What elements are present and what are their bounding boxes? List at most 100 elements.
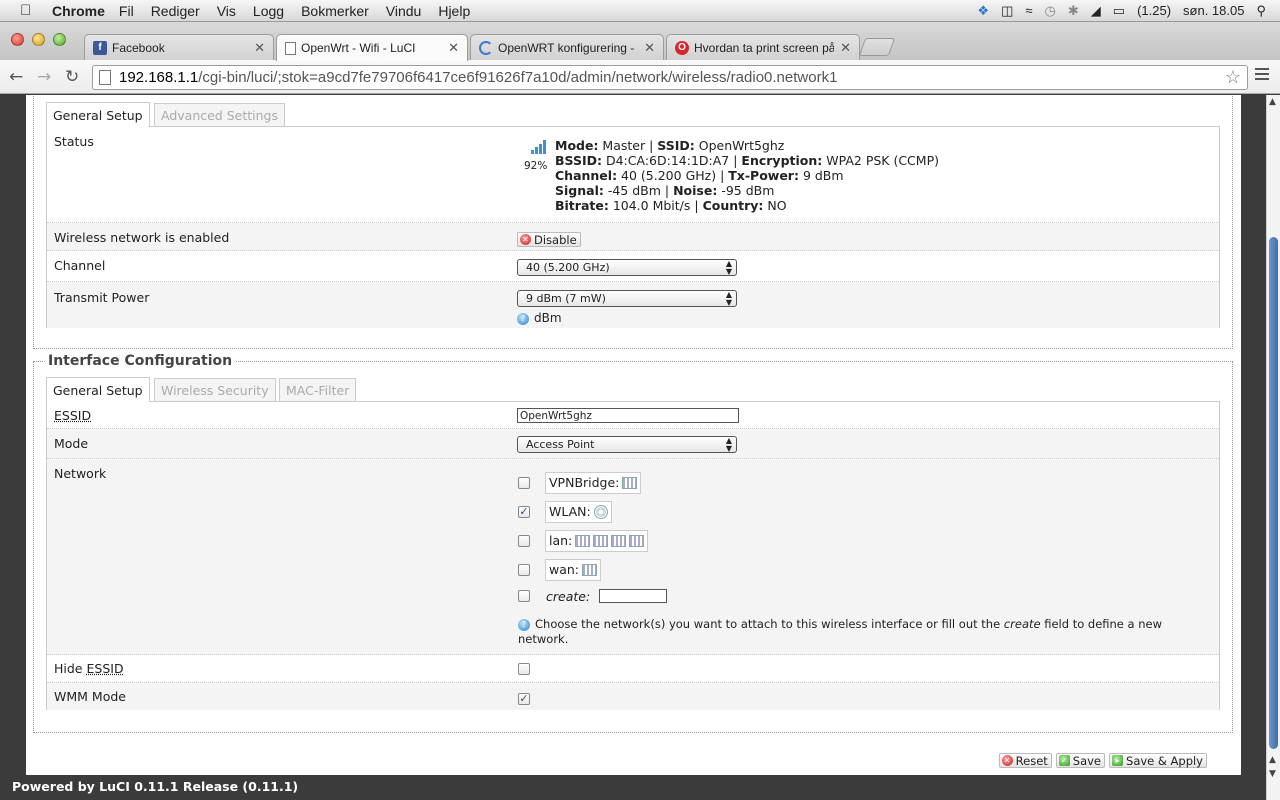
wlan-checkbox[interactable]: ✓ <box>518 505 530 518</box>
reset-button[interactable]: ✕ Reset <box>998 753 1052 768</box>
battery-icon[interactable]: ▭ <box>1113 3 1125 19</box>
wmm-checkbox[interactable]: ✓ <box>518 692 530 705</box>
close-window-button[interactable] <box>11 33 24 46</box>
create-checkbox[interactable] <box>518 590 530 602</box>
page-scrollbar[interactable]: ▲ ▲ ▼ <box>1266 95 1280 800</box>
scrollbar-thumb[interactable] <box>1269 237 1278 749</box>
bluetooth-icon[interactable]: ✱ <box>1068 3 1079 19</box>
status-row: Status 92% Mode: Master | SSID: OpenWrt5… <box>47 127 1219 223</box>
forward-icon[interactable]: → <box>37 67 51 87</box>
close-icon[interactable]: ✕ <box>644 40 655 56</box>
menu-hjelp[interactable]: Hjelp <box>438 3 470 19</box>
tab-strip: f Facebook ✕ OpenWrt - Wifi - LuCI ✕ Ope… <box>0 22 1280 61</box>
menu-vis[interactable]: Vis <box>217 3 236 19</box>
tab-device-general-setup[interactable]: General Setup <box>46 102 150 127</box>
create-network-input[interactable] <box>599 589 668 603</box>
save-button[interactable]: ✓ Save <box>1055 753 1106 768</box>
tab-openwrt-konfigurering[interactable]: OpenWRT konfigurering - ✕ <box>470 34 664 60</box>
create-label: create: <box>546 588 591 604</box>
network-row: Network VPNBridge: ✓ WLAN: lan: wan: cre… <box>47 459 1219 655</box>
iface-general-section: ESSID OpenWrt5ghz Mode Access Point ▲ ▼ Ne… <box>46 401 1220 710</box>
tab-mac-filter[interactable]: MAC-Filter <box>279 378 357 402</box>
essid-label: ESSID <box>54 408 92 423</box>
channel-select[interactable]: 40 (5.200 GHz) ▲ ▼ <box>517 259 737 276</box>
url-host: 192.168.1.1 <box>119 69 199 86</box>
essid-input[interactable]: OpenWrt5ghz <box>517 408 739 423</box>
status-details: Mode: Master | SSID: OpenWrt5ghz BSSID: … <box>555 138 939 213</box>
signal-percent: 92% <box>524 160 548 172</box>
apple-menu-icon[interactable]:  <box>20 2 42 19</box>
help-icon: ? <box>517 312 529 325</box>
network-option-lan: lan: <box>518 526 667 555</box>
save-apply-button[interactable]: ▸ Save & Apply <box>1109 753 1207 768</box>
device-general-section: Status 92% Mode: Master | SSID: OpenWrt5… <box>46 126 1220 328</box>
tab-label: OpenWRT konfigurering - <box>498 40 635 55</box>
minimize-window-button[interactable] <box>32 33 45 46</box>
status-line: Mode: Master | SSID: OpenWrt5ghz <box>555 138 785 153</box>
menu-fil[interactable]: Fil <box>119 3 134 19</box>
scroll-up-icon[interactable]: ▲ <box>1269 755 1276 765</box>
menu-vindu[interactable]: Vindu <box>386 3 422 19</box>
tab-iface-general-setup[interactable]: General Setup <box>46 377 150 402</box>
back-icon[interactable]: ← <box>9 67 23 87</box>
time-machine-icon[interactable]: ◷ <box>1045 3 1056 19</box>
close-icon[interactable]: ✕ <box>254 40 265 56</box>
tab-label: Facebook <box>112 40 165 55</box>
wifi-icon[interactable]: ≈ <box>1025 3 1032 18</box>
menu-rediger[interactable]: Rediger <box>151 3 200 19</box>
menu-logg[interactable]: Logg <box>253 3 284 19</box>
address-bar[interactable]: 192.168.1.1/cgi-bin/luci/;stok=a9cd7fe79… <box>92 65 1248 90</box>
page-icon <box>99 70 111 85</box>
page-viewport: General Setup Advanced Settings Status 9… <box>0 95 1266 800</box>
app-menu[interactable]: Chrome <box>52 3 105 19</box>
ethernet-icon <box>575 534 591 547</box>
status-label: Status <box>54 134 94 149</box>
scroll-down-icon[interactable]: ▼ <box>1269 769 1276 779</box>
tab-facebook[interactable]: f Facebook ✕ <box>84 34 274 60</box>
tab-label: OpenWrt - Wifi - LuCI <box>301 41 416 55</box>
status-tray: ❖ ◫ ≈ ◷ ✱ ◢ ▭ (1.25) søn. 18.05 ⚲ <box>977 3 1266 19</box>
status-line: Channel: 40 (5.200 GHz) | Tx-Power: 9 dB… <box>555 168 844 183</box>
close-icon[interactable]: ✕ <box>840 40 851 56</box>
dropbox-icon[interactable]: ❖ <box>977 3 989 19</box>
menu-bokmerker[interactable]: Bokmerker <box>301 3 369 19</box>
disable-button[interactable]: ✕ Disable <box>517 232 581 247</box>
txpower-select[interactable]: 9 dBm (7 mW) ▲ ▼ <box>517 290 737 307</box>
luci-footer: Powered by LuCI 0.11.1 Release (0.11.1) <box>12 779 299 794</box>
help-icon: ? <box>518 618 530 631</box>
hide-essid-checkbox[interactable] <box>518 663 530 675</box>
hide-essid-label: Hide ESSID <box>54 661 124 676</box>
new-tab-button[interactable] <box>858 38 896 56</box>
mac-menubar:  Chrome Fil Rediger Vis Logg Bokmerker … <box>0 0 1280 22</box>
save-icon: ✓ <box>1058 755 1070 766</box>
select-arrows-icon: ▲ ▼ <box>725 290 732 307</box>
ethernet-icon <box>611 534 627 547</box>
menu-icon[interactable] <box>1255 68 1269 83</box>
battery-time[interactable]: (1.25) <box>1137 3 1171 18</box>
tab-wireless-security[interactable]: Wireless Security <box>154 378 276 402</box>
mode-select[interactable]: Access Point ▲ ▼ <box>517 436 737 453</box>
tab-advanced-settings[interactable]: Advanced Settings <box>154 103 285 127</box>
enabled-label: Wireless network is enabled <box>54 230 230 245</box>
wan-checkbox[interactable] <box>518 563 530 576</box>
mode-label: Mode <box>54 436 89 451</box>
volume-icon[interactable]: ◢ <box>1091 3 1101 19</box>
scroll-up-icon[interactable]: ▲ <box>1269 97 1276 107</box>
network-option-wlan: ✓ WLAN: <box>518 497 667 526</box>
spotlight-icon[interactable]: ⚲ <box>1256 3 1266 19</box>
bookmark-star-icon[interactable]: ☆ <box>1225 67 1241 88</box>
select-arrows-icon: ▲ ▼ <box>725 436 732 453</box>
reload-icon[interactable]: ↻ <box>65 67 79 87</box>
page-content: General Setup Advanced Settings Status 9… <box>26 95 1241 775</box>
tab-label: Hvordan ta print screen på <box>694 40 835 55</box>
opera-icon: O <box>675 40 689 55</box>
shield-icon[interactable]: ◫ <box>1001 3 1013 19</box>
lan-checkbox[interactable] <box>518 534 530 547</box>
zoom-window-button[interactable] <box>53 33 66 46</box>
clock[interactable]: søn. 18.05 <box>1183 3 1244 18</box>
ethernet-icon <box>629 534 645 547</box>
tab-print-screen[interactable]: O Hvordan ta print screen på ✕ <box>666 34 860 60</box>
tab-openwrt-luci[interactable]: OpenWrt - Wifi - LuCI ✕ <box>276 34 468 61</box>
vpnbridge-checkbox[interactable] <box>518 476 530 489</box>
close-icon[interactable]: ✕ <box>448 40 459 56</box>
